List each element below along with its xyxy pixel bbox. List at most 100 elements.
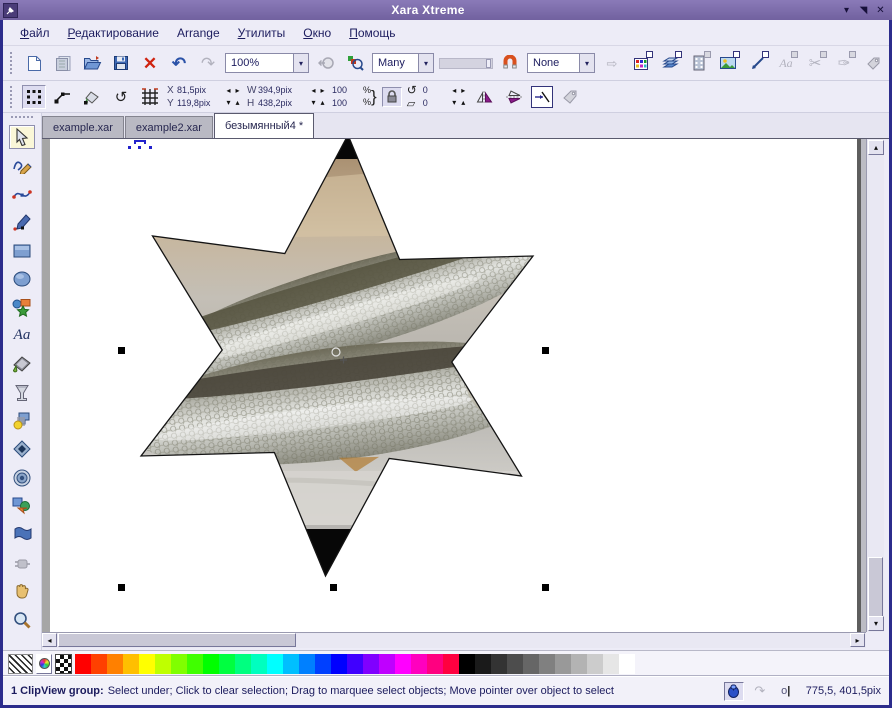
maximize-button[interactable]: ◥: [855, 2, 872, 18]
scroll-down-button[interactable]: ▾: [868, 616, 884, 631]
x-value[interactable]: 81,5pix: [177, 85, 219, 95]
ellipse-tool-button[interactable]: [9, 267, 35, 291]
selection-handle-bottom-center[interactable]: [330, 584, 337, 591]
color-swatch[interactable]: [347, 654, 363, 674]
flip-horizontal-button[interactable]: [473, 85, 497, 109]
color-swatch[interactable]: [427, 654, 443, 674]
rotate-nudge-arrows[interactable]: ◂▸▾▴: [450, 85, 468, 109]
menu-edit[interactable]: Редактирование: [59, 26, 168, 40]
color-swatch[interactable]: [475, 654, 491, 674]
color-swatch[interactable]: [123, 654, 139, 674]
slider-knob[interactable]: [486, 59, 491, 68]
color-swatch[interactable]: [155, 654, 171, 674]
mould-tool-button[interactable]: [9, 522, 35, 546]
zoom-to-selection-button[interactable]: [343, 51, 367, 75]
menu-help[interactable]: Помощь: [340, 26, 404, 40]
scroll-right-button[interactable]: ▸: [850, 633, 865, 647]
color-swatch[interactable]: [107, 654, 123, 674]
snap-grid-button[interactable]: [138, 85, 162, 109]
selection-handle-bottom-right[interactable]: [542, 584, 549, 591]
color-swatch[interactable]: [507, 654, 523, 674]
copy-button[interactable]: ✑: [832, 51, 856, 75]
cut-button[interactable]: ✂: [803, 51, 827, 75]
color-swatch[interactable]: [251, 654, 267, 674]
color-swatch[interactable]: [363, 654, 379, 674]
color-swatch[interactable]: [555, 654, 571, 674]
color-swatch[interactable]: [171, 654, 187, 674]
color-swatch[interactable]: [603, 654, 619, 674]
color-swatch[interactable]: [619, 654, 635, 674]
color-swatch[interactable]: [315, 654, 331, 674]
live-drag-button[interactable]: [724, 682, 744, 701]
vertical-scrollbar[interactable]: ▴ ▾: [866, 139, 884, 632]
new-from-template-button[interactable]: [51, 51, 75, 75]
bevel-tool-button[interactable]: [9, 437, 35, 461]
transparency-slider[interactable]: [439, 58, 493, 69]
push-to-gallery-button[interactable]: ⇨: [600, 51, 624, 75]
menu-arrange[interactable]: Arrange: [168, 26, 229, 40]
position-nudge-arrows[interactable]: ◂▸▾▴: [224, 85, 242, 109]
scale-h-value[interactable]: 100: [332, 98, 358, 108]
zoom-dropdown-arrow-icon[interactable]: ▾: [293, 54, 308, 72]
move-handles-button[interactable]: [51, 85, 75, 109]
undo-button[interactable]: ↶: [167, 51, 191, 75]
color-swatch[interactable]: [571, 654, 587, 674]
color-swatch[interactable]: [331, 654, 347, 674]
new-document-button[interactable]: [22, 51, 46, 75]
w-value[interactable]: 394,9pix: [258, 85, 304, 95]
bitmap-gallery-button[interactable]: [687, 51, 711, 75]
color-swatch[interactable]: [139, 654, 155, 674]
minimize-button[interactable]: ▾: [838, 2, 855, 18]
color-swatch[interactable]: [283, 654, 299, 674]
skew-value[interactable]: 0: [423, 98, 445, 108]
zoom-tool-button[interactable]: [9, 608, 35, 632]
snap-combo[interactable]: None ▾: [527, 53, 595, 73]
color-swatch[interactable]: [491, 654, 507, 674]
contour-tool-button[interactable]: [9, 466, 35, 490]
color-swatch[interactable]: [203, 654, 219, 674]
styles-dropdown-arrow-icon[interactable]: ▾: [418, 54, 433, 72]
color-swatch[interactable]: [235, 654, 251, 674]
open-button[interactable]: [80, 51, 104, 75]
styles-combo[interactable]: Many ▾: [372, 53, 434, 73]
quickshape-tool-button[interactable]: [9, 295, 35, 319]
delete-button[interactable]: ✕: [138, 51, 162, 75]
live-effects-tool-button[interactable]: [9, 551, 35, 575]
apply-to-line-button[interactable]: [531, 86, 553, 108]
color-swatch[interactable]: [91, 654, 107, 674]
color-swatch[interactable]: [219, 654, 235, 674]
h-value[interactable]: 438,2pix: [258, 98, 304, 108]
infobar-grip[interactable]: [10, 86, 14, 108]
color-gallery-button[interactable]: [629, 51, 653, 75]
color-swatch[interactable]: [379, 654, 395, 674]
tab-untitled4[interactable]: безымянный4 *: [214, 113, 314, 138]
blend-tool-button[interactable]: [9, 494, 35, 518]
rectangle-tool-button[interactable]: [9, 239, 35, 263]
color-swatch[interactable]: [299, 654, 315, 674]
color-swatch[interactable]: [395, 654, 411, 674]
menu-window[interactable]: Окно: [294, 26, 340, 40]
snap-dropdown-arrow-icon[interactable]: ▾: [579, 54, 594, 72]
close-button[interactable]: ✕: [872, 2, 889, 18]
tab-example2-xar[interactable]: example2.xar: [125, 116, 213, 138]
color-swatch[interactable]: [187, 654, 203, 674]
rotate-value[interactable]: 0: [423, 85, 445, 95]
lock-aspect-button[interactable]: [382, 87, 402, 107]
selector-tool-button[interactable]: [9, 125, 35, 149]
color-swatch[interactable]: [75, 654, 91, 674]
selection-handle-left[interactable]: [118, 347, 125, 354]
previous-zoom-button[interactable]: [314, 51, 338, 75]
color-swatch[interactable]: [267, 654, 283, 674]
horizontal-scroll-thumb[interactable]: [58, 633, 296, 647]
line-gallery-button[interactable]: [745, 51, 769, 75]
fill-handles-button[interactable]: [80, 85, 104, 109]
save-button[interactable]: [109, 51, 133, 75]
selection-handle-right[interactable]: [542, 347, 549, 354]
tab-example-xar[interactable]: example.xar: [42, 116, 124, 138]
rotate-mode-button[interactable]: ↺: [109, 85, 133, 109]
color-swatch[interactable]: [411, 654, 427, 674]
fill-tool-button[interactable]: [9, 352, 35, 376]
color-swatch[interactable]: [587, 654, 603, 674]
scroll-left-button[interactable]: ◂: [42, 633, 57, 647]
no-color-swatch[interactable]: [55, 654, 72, 674]
